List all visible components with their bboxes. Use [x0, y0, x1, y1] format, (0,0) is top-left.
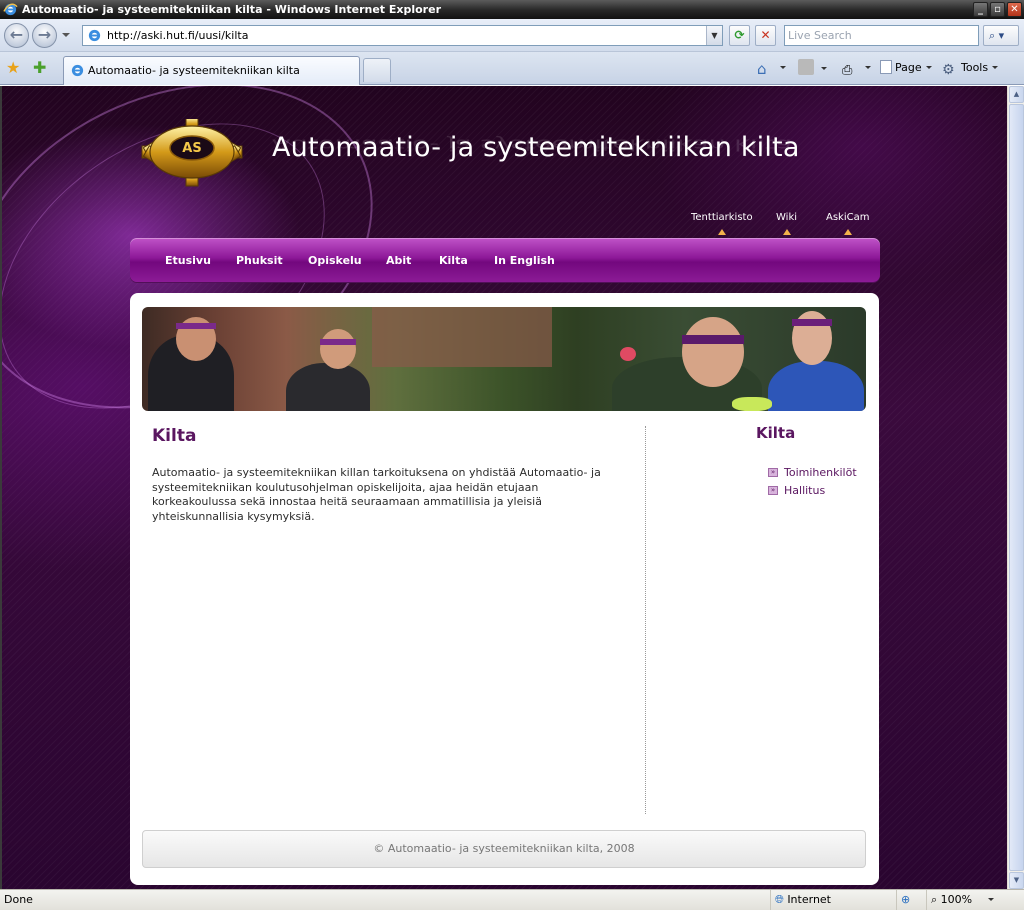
page-icon — [880, 60, 892, 74]
banner-image — [142, 307, 866, 411]
print-button[interactable]: ⎙ — [842, 59, 871, 78]
scroll-down-button[interactable]: ▼ — [1009, 872, 1024, 889]
scroll-up-button[interactable]: ▲ — [1009, 86, 1024, 103]
navigation-bar: ← → http://aski.hut.fi/uusi/kilta ▼ ⟳ ✕ … — [0, 19, 1024, 52]
logo-text: AS — [182, 141, 201, 156]
tab-page-icon — [71, 64, 84, 77]
history-dropdown[interactable] — [62, 33, 70, 37]
sidebar-title: Kilta — [756, 424, 796, 442]
back-button[interactable]: ← — [4, 23, 29, 48]
add-favorites-icon[interactable]: ✚ — [33, 60, 46, 76]
toplink-marker-icon — [717, 229, 726, 235]
menu-item-kilta[interactable]: Kilta — [439, 254, 468, 267]
status-text: Done — [4, 893, 33, 906]
sidebar-link-toimihenkilot[interactable]: » Toimihenkilöt — [768, 464, 857, 482]
maximize-button[interactable]: ▫ — [990, 2, 1005, 17]
feeds-icon — [798, 59, 814, 75]
zoom-dropdown-icon — [987, 898, 994, 901]
print-icon: ⎙ — [842, 63, 853, 78]
zoom-control[interactable]: ⌕ 100% — [926, 890, 1024, 910]
address-text: http://aski.hut.fi/uusi/kilta — [107, 29, 249, 42]
page-viewport: AS Automaatio- ja systeemitekniikan kilt… — [0, 86, 1007, 889]
sidebar-link-hallitus[interactable]: » Hallitus — [768, 482, 857, 500]
back-arrow-icon: ← — [9, 25, 24, 44]
forward-button[interactable]: → — [32, 23, 57, 48]
address-dropdown[interactable]: ▼ — [706, 26, 722, 45]
window-title: Automaatio- ja systeemitekniikan kilta -… — [22, 3, 441, 16]
stop-button[interactable]: ✕ — [755, 25, 776, 46]
vertical-scrollbar[interactable]: ▲ ▼ — [1007, 86, 1024, 889]
page-icon — [88, 29, 101, 42]
menu-item-phuksit[interactable]: Phuksit — [236, 254, 283, 267]
menu-item-opiskelu[interactable]: Opiskelu — [308, 254, 362, 267]
new-tab-button[interactable] — [363, 58, 391, 82]
close-button[interactable]: ✕ — [1007, 2, 1022, 17]
gear-icon: ⚙ — [942, 62, 955, 78]
content-panel: Kilta Automaatio- ja systeemitekniikan k… — [130, 293, 879, 885]
zoom-icon: ⌕ — [931, 893, 938, 906]
status-bar: Done 🌐︎ Internet ⊕ ⌕ 100% — [0, 889, 1024, 910]
site-title-reflection: Automaatio- ja systeemitekniikan kilta — [272, 135, 792, 154]
refresh-icon: ⟳ — [734, 28, 745, 42]
tab-active[interactable]: Automaatio- ja systeemitekniikan kilta — [63, 56, 360, 85]
bullet-arrow-icon: » — [768, 468, 778, 477]
protected-mode-icon: ⊕ — [901, 893, 911, 906]
home-button[interactable]: ⌂ — [757, 59, 786, 78]
search-input[interactable]: Live Search — [784, 25, 979, 46]
menu-item-abit[interactable]: Abit — [386, 254, 411, 267]
security-zone[interactable]: 🌐︎ Internet — [770, 890, 896, 910]
protected-mode[interactable]: ⊕ — [896, 890, 926, 910]
column-divider — [645, 426, 646, 814]
favorites-star-icon[interactable]: ★ — [6, 60, 20, 76]
tools-menu[interactable]: ⚙ Tools — [942, 59, 999, 78]
toplink-marker-icon — [782, 229, 791, 235]
search-button[interactable]: ⌕ ▾ — [983, 25, 1019, 46]
ie-icon — [3, 3, 18, 16]
scroll-thumb[interactable] — [1009, 104, 1024, 871]
toplink-askicam[interactable]: AskiCam — [826, 212, 869, 235]
sidebar-links: » Toimihenkilöt » Hallitus — [768, 464, 857, 500]
menu-item-etusivu[interactable]: Etusivu — [165, 254, 211, 267]
home-icon: ⌂ — [757, 60, 767, 78]
globe-icon: 🌐︎ — [775, 893, 784, 906]
tab-bar: ★ ✚ Automaatio- ja systeemitekniikan kil… — [0, 52, 1024, 85]
page-title: Kilta — [152, 426, 197, 446]
menu-item-in-english[interactable]: In English — [494, 254, 555, 267]
search-icon: ⌕ ▾ — [989, 29, 1005, 42]
window-titlebar: Automaatio- ja systeemitekniikan kilta -… — [0, 0, 1024, 19]
intro-paragraph: Automaatio- ja systeemitekniikan killan … — [152, 466, 601, 523]
forward-arrow-icon: → — [37, 25, 52, 44]
main-menu: Etusivu Phuksit Opiskelu Abit Kilta In E… — [130, 238, 880, 282]
toplink-wiki[interactable]: Wiki — [776, 212, 797, 235]
minimize-button[interactable]: _ — [973, 2, 988, 17]
bullet-arrow-icon: » — [768, 486, 778, 495]
tab-label: Automaatio- ja systeemitekniikan kilta — [88, 64, 300, 77]
stop-icon: ✕ — [760, 28, 771, 42]
refresh-button[interactable]: ⟳ — [729, 25, 750, 46]
page-menu[interactable]: Page — [880, 59, 932, 77]
address-bar[interactable]: http://aski.hut.fi/uusi/kilta ▼ — [82, 25, 723, 46]
toplink-tenttiarkisto[interactable]: Tenttiarkisto — [691, 212, 753, 235]
toplink-marker-icon — [843, 229, 852, 235]
guild-logo[interactable]: AS — [138, 119, 254, 189]
feeds-button[interactable] — [798, 59, 827, 78]
page-footer: © Automaatio- ja systeemitekniikan kilta… — [142, 830, 866, 868]
